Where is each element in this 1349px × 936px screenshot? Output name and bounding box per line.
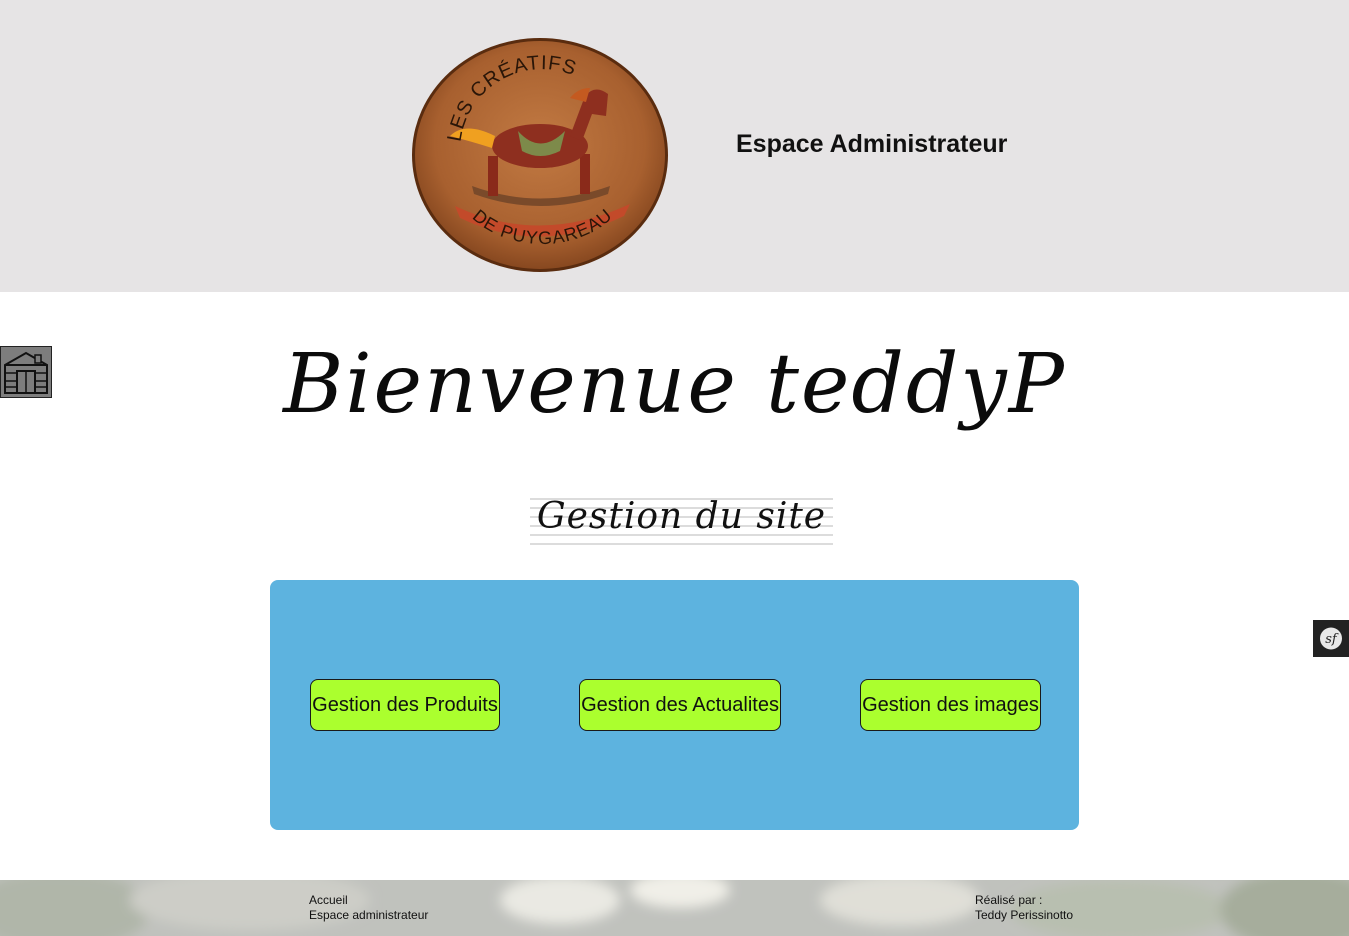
- manage-news-button[interactable]: Gestion des Actualites: [579, 679, 781, 731]
- page: LES CRÉATIFS DE PUYGAREAU Espace Adminis…: [0, 0, 1349, 936]
- welcome-heading: Bienvenue teddyP: [283, 337, 1066, 432]
- manage-images-button[interactable]: Gestion des images: [860, 679, 1041, 731]
- footer-link-home[interactable]: Accueil: [309, 893, 428, 908]
- debug-toolbar-toggle[interactable]: sf: [1313, 620, 1349, 657]
- footer-nav: Accueil Espace administrateur: [309, 893, 428, 923]
- site-footer: Accueil Espace administrateur Réalisé pa…: [0, 880, 1349, 936]
- footer-credit-name: Teddy Perissinotto: [975, 908, 1074, 922]
- rocking-horse-logo-icon: LES CRÉATIFS DE PUYGAREAU: [412, 38, 668, 272]
- site-logo[interactable]: LES CRÉATIFS DE PUYGAREAU: [410, 36, 670, 274]
- symfony-icon: sf: [1320, 627, 1342, 650]
- admin-title: Espace Administrateur: [736, 130, 1008, 158]
- footer-background-image: [0, 880, 1349, 936]
- site-header: LES CRÉATIFS DE PUYGAREAU Espace Adminis…: [0, 0, 1349, 292]
- admin-panel: Gestion des Produits Gestion des Actuali…: [270, 580, 1079, 830]
- footer-credit-label: Réalisé par :: [975, 893, 1043, 907]
- section-title: Gestion du site: [530, 494, 833, 546]
- footer-link-admin[interactable]: Espace administrateur: [309, 908, 428, 923]
- footer-credit: Réalisé par : Teddy Perissinotto: [975, 893, 1073, 923]
- section-title-text: Gestion du site: [536, 496, 827, 537]
- manage-products-button[interactable]: Gestion des Produits: [310, 679, 500, 731]
